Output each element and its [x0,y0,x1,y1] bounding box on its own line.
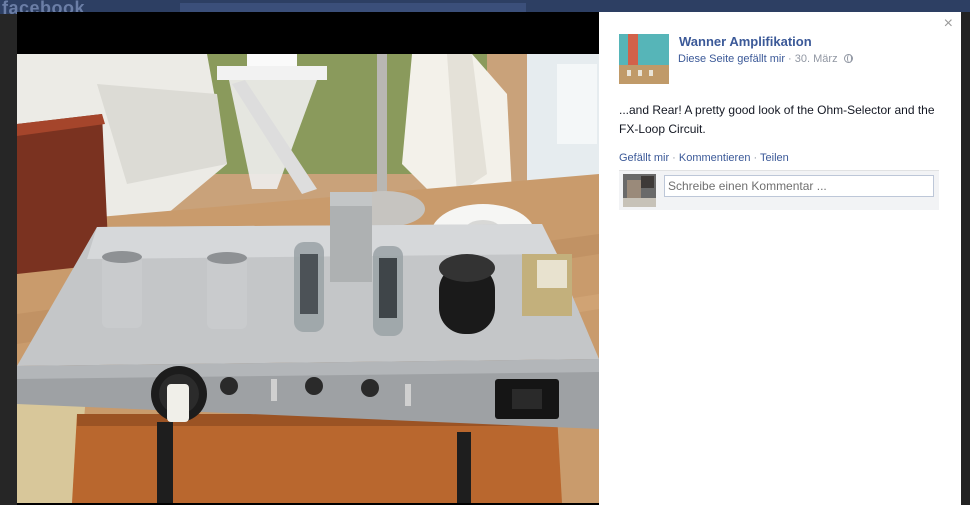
comment-input[interactable] [664,175,934,197]
comment-box [619,170,939,210]
background-search-bar [180,3,526,12]
globe-icon [843,54,853,63]
page-avatar[interactable] [619,34,669,84]
photo-stage [17,12,599,505]
photo-detail-panel: × Wanner Amplifikation Diese Seite gefäl… [599,12,961,505]
user-avatar [623,174,656,207]
close-icon[interactable]: × [944,16,953,32]
comment-button[interactable]: Kommentieren [679,152,751,164]
action-separator: · [669,152,679,164]
avatar-stripe [628,34,638,66]
avatar-part [627,180,641,200]
avatar-knob [649,70,653,76]
meta-separator: · [785,53,795,65]
avatar-knob [638,70,642,76]
post-actions: Gefällt mir · Kommentieren · Teilen [619,152,789,164]
post-caption: ...and Rear! A pretty good look of the O… [619,103,935,136]
post-date[interactable]: 30. März [795,53,838,65]
page-name-link[interactable]: Wanner Amplifikation [679,34,812,49]
action-separator: · [750,152,761,164]
like-page-link[interactable]: Diese Seite gefällt mir [678,53,785,65]
avatar-part [623,198,656,207]
avatar-part [641,176,654,188]
background-right-strip [961,12,970,505]
share-button[interactable]: Teilen [760,152,789,164]
amplifier-photo-image [17,54,599,503]
post-meta: Diese Seite gefällt mir · 30. März [678,53,853,65]
amplifier-photo[interactable] [17,54,599,503]
like-button[interactable]: Gefällt mir [619,152,669,164]
background-left-strip [0,14,17,505]
avatar-knob [627,70,631,76]
